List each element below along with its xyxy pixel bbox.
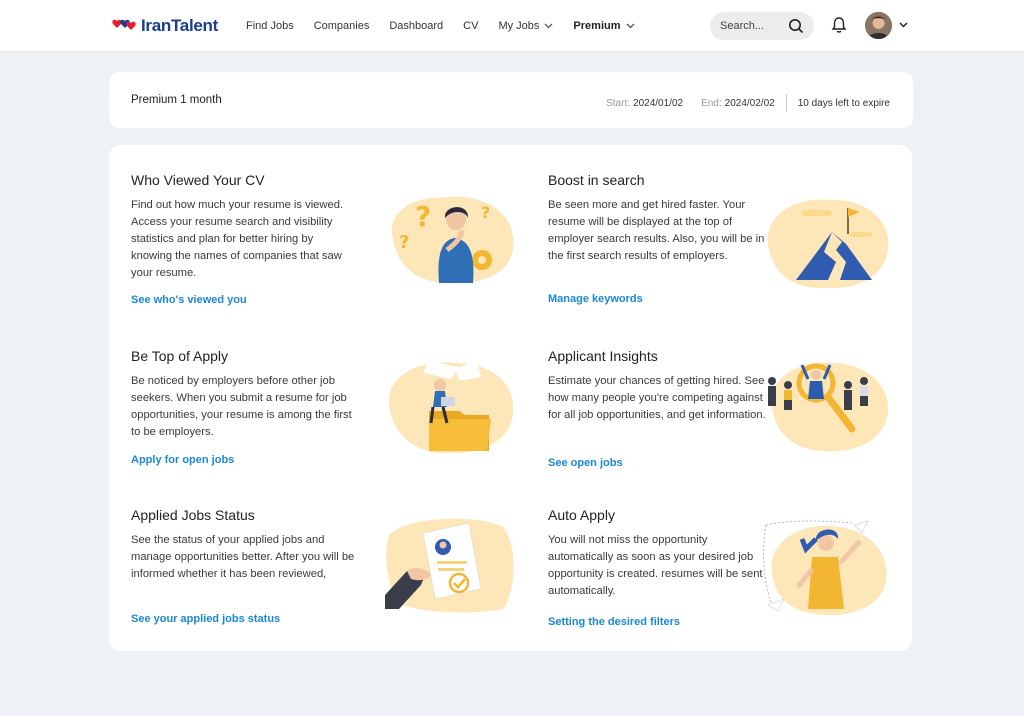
resume-check-illustration xyxy=(385,518,514,613)
search-input[interactable] xyxy=(720,20,786,32)
bell-icon[interactable] xyxy=(831,16,847,34)
feature-title: Be Top of Apply xyxy=(131,348,229,364)
start-label: Start: xyxy=(606,97,631,109)
search-box[interactable] xyxy=(710,12,814,40)
end-label: End: xyxy=(701,97,722,109)
apply-open-jobs-link[interactable]: Apply for open jobs xyxy=(131,454,234,466)
feature-title: Auto Apply xyxy=(548,507,615,523)
mountain-flag-illustration xyxy=(767,199,889,289)
paper-plane-woman-illustration xyxy=(763,520,887,616)
premium-features-card: Who Viewed Your CV Find out how much you… xyxy=(109,145,912,651)
feature-description: See the status of your applied jobs and … xyxy=(131,534,355,580)
see-open-jobs-link[interactable]: See open jobs xyxy=(548,457,623,469)
nav-my-jobs-label: My Jobs xyxy=(498,20,540,32)
divider xyxy=(785,94,787,112)
top-navigation-bar: IranTalent Find Jobs Companies Dashboard… xyxy=(0,0,1024,52)
nav-cv[interactable]: CV xyxy=(463,20,478,32)
svg-text:?: ? xyxy=(481,203,490,222)
feature-title: Boost in search xyxy=(548,172,645,188)
expire-text: 10 days left to expire xyxy=(797,97,890,109)
desired-filters-link[interactable]: Setting the desired filters xyxy=(548,616,680,628)
chevron-down-icon xyxy=(544,23,553,29)
feature-description: Estimate your chances of getting hired. … xyxy=(548,375,766,421)
end-date: 2024/02/02 xyxy=(724,97,775,109)
feature-title: Who Viewed Your CV xyxy=(131,172,265,188)
nav-companies[interactable]: Companies xyxy=(314,20,370,32)
premium-plan-bar: Premium 1 month Start: 2024/01/02 End: 2… xyxy=(109,72,913,128)
nav-find-jobs[interactable]: Find Jobs xyxy=(246,20,294,32)
feature-title: Applicant Insights xyxy=(548,348,658,364)
feature-description: You will not miss the opportunity automa… xyxy=(548,534,763,597)
svg-text:?: ? xyxy=(399,232,409,253)
folder-person-illustration xyxy=(388,361,514,454)
avatar-image xyxy=(865,12,892,39)
thinking-woman-illustration: ? ? ? xyxy=(391,196,514,284)
manage-keywords-link[interactable]: Manage keywords xyxy=(548,293,643,305)
feature-description: Be noticed by employers before other job… xyxy=(131,375,352,438)
feature-title: Applied Jobs Status xyxy=(131,507,255,523)
avatar[interactable] xyxy=(865,12,892,39)
nav-dashboard[interactable]: Dashboard xyxy=(389,20,443,32)
search-icon[interactable] xyxy=(788,18,804,34)
plan-dates: Start: 2024/01/02 End: 2024/02/02 10 day… xyxy=(606,94,890,112)
nav-premium-label: Premium xyxy=(573,20,621,32)
feature-description: Find out how much your resume is viewed.… xyxy=(131,199,344,279)
logo-icon xyxy=(112,19,136,30)
start-date: 2024/01/02 xyxy=(633,97,684,109)
magnifier-people-illustration xyxy=(768,362,889,452)
applied-jobs-status-link[interactable]: See your applied jobs status xyxy=(131,613,280,625)
irantalent-logo[interactable]: IranTalent xyxy=(111,15,218,37)
nav-my-jobs[interactable]: My Jobs xyxy=(498,20,553,32)
chevron-down-icon[interactable] xyxy=(899,22,908,28)
see-who-viewed-link[interactable]: See who's viewed you xyxy=(131,294,247,306)
nav-premium[interactable]: Premium xyxy=(573,20,634,32)
chevron-down-icon xyxy=(626,23,634,29)
logo-text: IranTalent xyxy=(141,16,218,35)
plan-title: Premium 1 month xyxy=(131,94,222,106)
feature-description: Be seen more and get hired faster. Your … xyxy=(548,199,765,262)
main-nav: Find Jobs Companies Dashboard CV My Jobs… xyxy=(246,0,635,52)
svg-text:?: ? xyxy=(415,200,431,233)
